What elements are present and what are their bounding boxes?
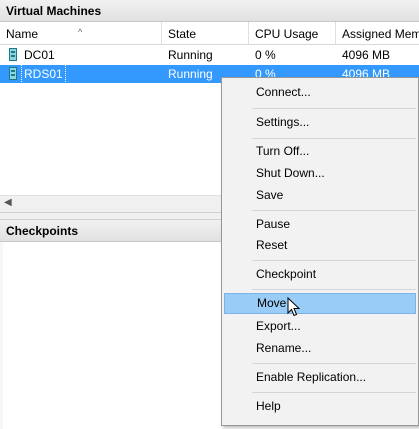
column-header-memory[interactable]: Assigned Mem xyxy=(336,22,419,44)
vm-state: Running xyxy=(168,67,213,81)
menu-item-help[interactable]: Help xyxy=(224,396,416,417)
virtual-machine-icon xyxy=(9,67,17,80)
menu-separator xyxy=(252,138,416,139)
menu-separator xyxy=(252,392,416,393)
vm-assigned-memory: 4096 MB xyxy=(342,48,391,62)
menu-item-rename[interactable]: Rename... xyxy=(224,338,416,359)
menu-item-export[interactable]: Export... xyxy=(224,316,416,337)
table-row[interactable]: DC01 Running 0 % 4096 MB xyxy=(0,46,419,64)
scroll-left-icon[interactable]: ◀ xyxy=(4,197,12,208)
menu-separator xyxy=(252,108,416,109)
context-menu: Connect... Settings... Turn Off... Shut … xyxy=(221,77,419,426)
column-header-state[interactable]: State xyxy=(162,22,249,44)
left-border xyxy=(0,242,3,429)
menu-item-turn-off[interactable]: Turn Off... xyxy=(224,141,416,162)
column-headers: Name ^ State CPU Usage Assigned Mem xyxy=(0,22,419,45)
menu-separator xyxy=(252,289,416,290)
sort-ascending-icon: ^ xyxy=(78,27,83,37)
menu-item-enable-replication[interactable]: Enable Replication... xyxy=(224,367,416,388)
mouse-pointer-icon xyxy=(287,297,301,317)
menu-item-checkpoint[interactable]: Checkpoint xyxy=(224,264,416,285)
virtual-machines-header: Virtual Machines xyxy=(0,0,419,22)
vm-name: RDS01 xyxy=(21,64,66,84)
menu-separator xyxy=(252,210,416,211)
vm-cpu-usage: 0 % xyxy=(255,48,276,62)
menu-item-shut-down[interactable]: Shut Down... xyxy=(224,163,416,184)
menu-item-save[interactable]: Save xyxy=(224,185,416,206)
menu-item-move[interactable]: Move... xyxy=(224,293,416,314)
menu-item-reset[interactable]: Reset xyxy=(224,235,416,256)
menu-separator xyxy=(252,363,416,364)
vm-state: Running xyxy=(168,48,213,62)
column-header-name-label: Name xyxy=(6,27,39,41)
column-header-cpu[interactable]: CPU Usage xyxy=(249,22,336,44)
vm-name: DC01 xyxy=(24,48,55,62)
virtual-machine-icon xyxy=(9,48,17,61)
menu-item-pause[interactable]: Pause xyxy=(224,214,416,235)
menu-item-connect[interactable]: Connect... xyxy=(224,82,416,103)
menu-separator xyxy=(252,260,416,261)
column-header-name[interactable]: Name ^ xyxy=(0,22,162,44)
menu-item-settings[interactable]: Settings... xyxy=(224,112,416,133)
